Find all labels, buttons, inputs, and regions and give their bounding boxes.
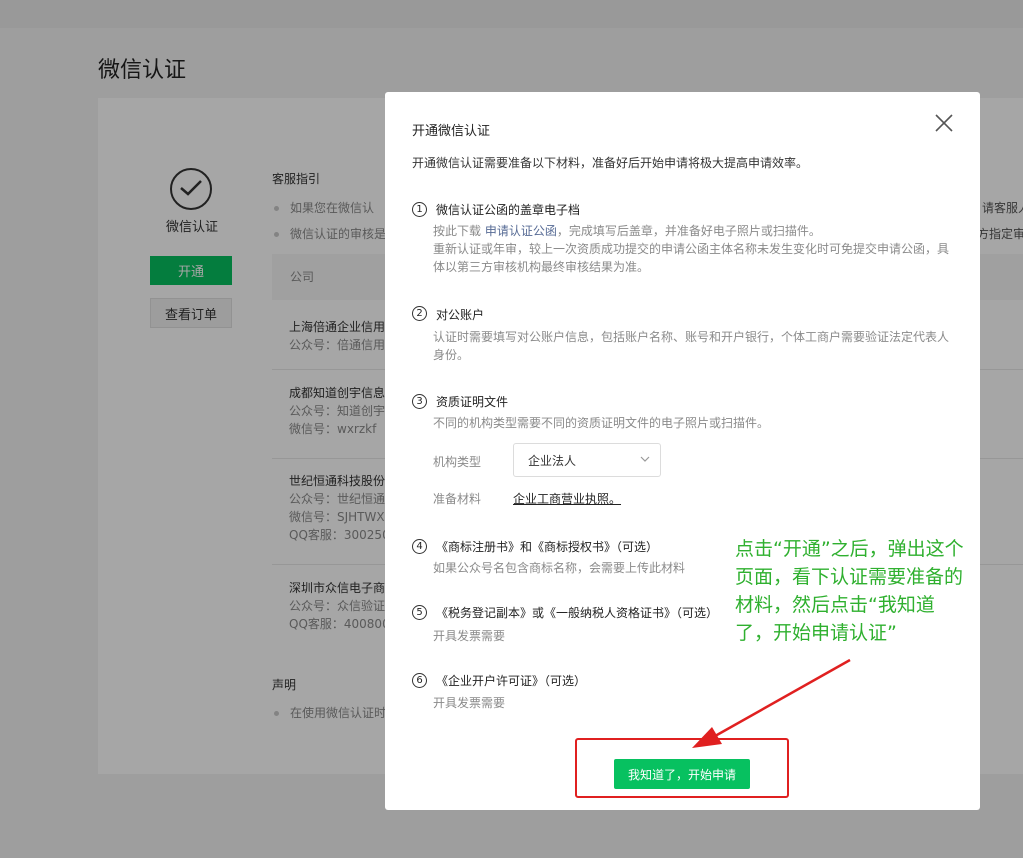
chevron-down-icon: [640, 456, 650, 462]
step-number: 1: [412, 202, 427, 217]
item-desc: 不同的机构类型需要不同的资质证明文件的电子照片或扫描件。: [433, 416, 770, 430]
close-icon[interactable]: [933, 112, 955, 134]
item-desc: 重新认证或年审，较上一次资质成功提交的申请公函主体名称未发生变化时可免提交申请公…: [433, 242, 950, 274]
item-desc: 开具发票需要: [433, 696, 506, 710]
step-number: 2: [412, 306, 427, 321]
item-title: 微信认证公函的盖章电子档: [436, 203, 581, 217]
annotation-text: 点击“开通”之后，弹出这个页面，看下认证需要准备的材料，然后点击“我知道了，开始…: [735, 538, 964, 644]
dialog-title: 开通微信认证: [412, 124, 491, 139]
item-title: 资质证明文件: [436, 395, 509, 409]
step-number: 4: [412, 539, 427, 554]
item-title: 《企业开户许可证》（可选）: [436, 674, 587, 688]
materials-label: 准备材料: [433, 492, 482, 506]
item-desc: 按此下载 申请认证公函，完成填写后盖章，并准备好电子照片或扫描件。: [433, 224, 821, 238]
materials-value[interactable]: 企业工商营业执照。: [513, 490, 621, 507]
item-desc: 认证时需要填写对公账户信息，包括账户名称、账号和开户银行，个体工商户需要验证法定…: [433, 330, 950, 362]
item-title: 《商标注册书》和《商标授权书》（可选）: [436, 540, 659, 554]
item-desc: 如果公众号名包含商标名称，会需要上传此材料: [433, 561, 686, 575]
item-title: 对公账户: [436, 308, 485, 322]
org-type-label: 机构类型: [433, 455, 482, 469]
step-number: 5: [412, 605, 427, 620]
download-letter-link[interactable]: 申请认证公函: [485, 224, 557, 238]
item-desc: 开具发票需要: [433, 629, 506, 643]
org-type-select[interactable]: 企业法人: [513, 443, 661, 477]
step-number: 6: [412, 673, 427, 688]
item-title: 《税务登记副本》或《一般纳税人资格证书》（可选）: [436, 606, 719, 620]
highlight-box: [575, 738, 789, 798]
open-verification-dialog: 开通微信认证 开通微信认证需要准备以下材料，准备好后开始申请将极大提高申请效率。…: [385, 92, 980, 810]
step-number: 3: [412, 394, 427, 409]
dialog-intro: 开通微信认证需要准备以下材料，准备好后开始申请将极大提高申请效率。: [412, 156, 809, 170]
